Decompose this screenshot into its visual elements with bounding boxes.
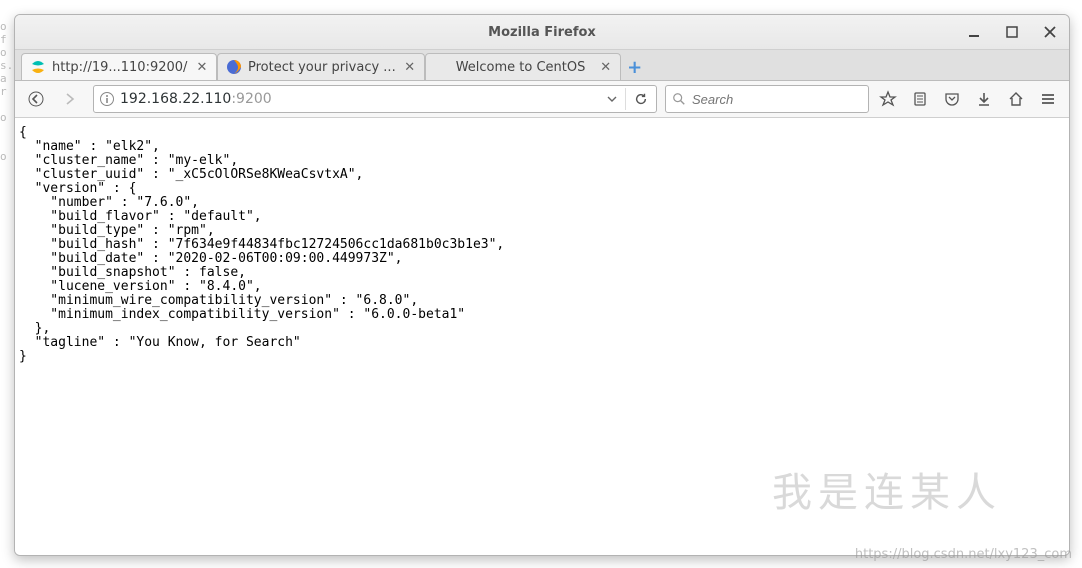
url-port: :9200 xyxy=(231,91,271,107)
close-tab-icon[interactable]: ✕ xyxy=(598,59,614,75)
library-button[interactable] xyxy=(905,85,935,113)
titlebar: Mozilla Firefox xyxy=(15,15,1069,50)
forward-button[interactable] xyxy=(55,85,85,113)
tab-3[interactable]: Welcome to CentOS ✕ xyxy=(425,53,621,80)
search-input[interactable] xyxy=(690,91,862,108)
url-dropdown-icon[interactable] xyxy=(603,90,621,108)
tab-label: Welcome to CentOS xyxy=(456,60,592,75)
window-controls xyxy=(961,15,1063,49)
menu-button[interactable] xyxy=(1033,85,1063,113)
downloads-button[interactable] xyxy=(969,85,999,113)
pocket-button[interactable] xyxy=(937,85,967,113)
minimize-button[interactable] xyxy=(961,21,987,43)
editor-gutter: o f o s. a r o o xyxy=(0,20,14,550)
tab-label: Protect your privacy ... xyxy=(248,60,396,75)
elastic-icon xyxy=(30,59,46,75)
url-bar[interactable]: 192.168.22.110:9200 xyxy=(93,85,657,113)
firefox-icon xyxy=(226,59,242,75)
search-bar[interactable] xyxy=(665,85,869,113)
reload-button[interactable] xyxy=(625,88,652,110)
tab-strip: http://19...110:9200/ ✕ Protect your pri… xyxy=(15,50,1069,81)
site-info-icon[interactable] xyxy=(98,90,116,108)
bookmark-star-button[interactable] xyxy=(873,85,903,113)
toolbar-icons xyxy=(873,85,1063,113)
tab-1[interactable]: http://19...110:9200/ ✕ xyxy=(21,53,217,80)
tab-label: http://19...110:9200/ xyxy=(52,60,188,75)
back-button[interactable] xyxy=(21,85,51,113)
maximize-button[interactable] xyxy=(999,21,1025,43)
page-content: { "name" : "elk2", "cluster_name" : "my-… xyxy=(15,118,1069,555)
close-tab-icon[interactable]: ✕ xyxy=(194,59,210,75)
json-response: { "name" : "elk2", "cluster_name" : "my-… xyxy=(15,126,1069,364)
browser-window: Mozilla Firefox http://19...110:9200/ ✕ xyxy=(14,14,1070,556)
tab-2[interactable]: Protect your privacy ... ✕ xyxy=(217,53,425,80)
close-tab-icon[interactable]: ✕ xyxy=(402,59,418,75)
url-text[interactable]: 192.168.22.110:9200 xyxy=(120,91,603,107)
search-icon xyxy=(672,92,686,106)
new-tab-button[interactable]: + xyxy=(621,54,649,80)
window-title: Mozilla Firefox xyxy=(488,25,596,40)
blank-icon xyxy=(434,59,450,75)
home-button[interactable] xyxy=(1001,85,1031,113)
close-button[interactable] xyxy=(1037,21,1063,43)
nav-toolbar: 192.168.22.110:9200 xyxy=(15,81,1069,118)
url-host: 192.168.22.110 xyxy=(120,91,231,107)
